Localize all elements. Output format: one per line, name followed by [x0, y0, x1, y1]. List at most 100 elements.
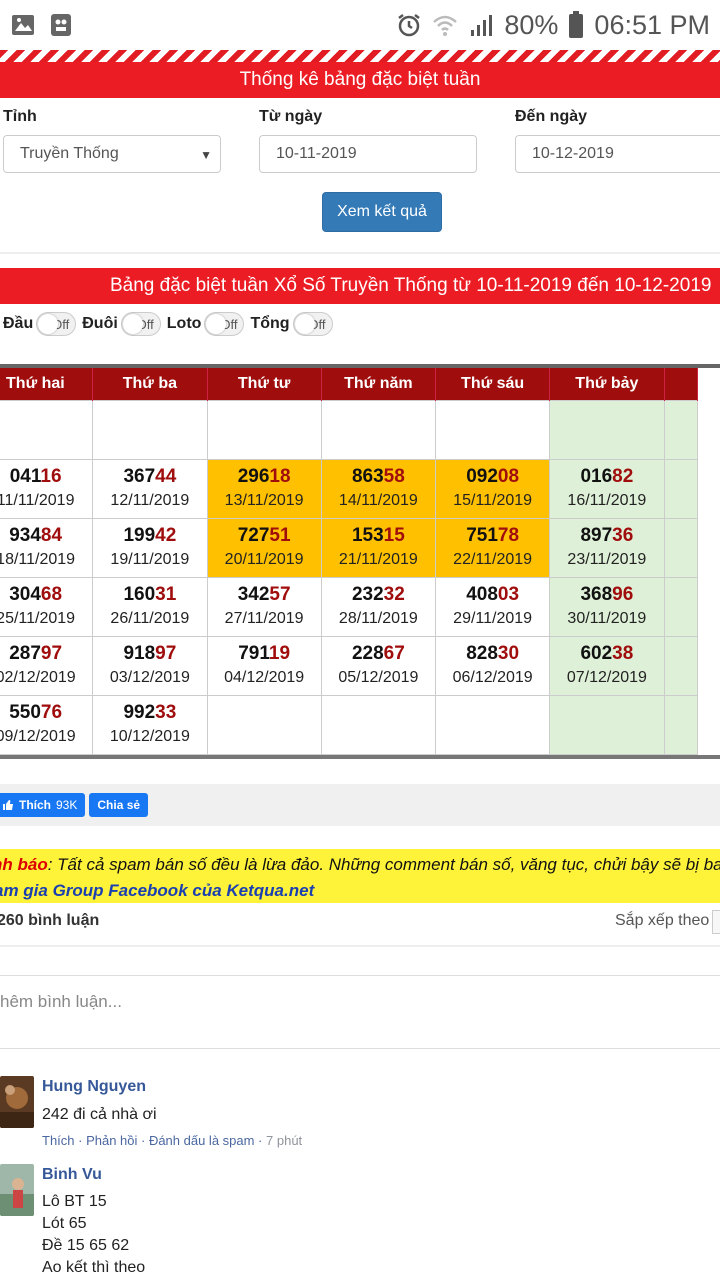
number-head: 304: [9, 583, 41, 605]
result-number: 40803: [436, 584, 549, 606]
comment-input-placeholder: hêm bình luận...: [0, 992, 122, 1011]
overflow-cell: [663, 399, 698, 460]
screenshot-icon: [51, 14, 71, 36]
result-cell: 30468 25/11/2019: [0, 576, 94, 637]
number-tail: 96: [612, 583, 634, 605]
column-header: Thứ hai: [0, 368, 94, 400]
number-head: 367: [123, 465, 156, 487]
result-date: 23/11/2019: [567, 550, 647, 568]
result-date: 10/12/2019: [109, 727, 190, 745]
column-header: Thứ sáu: [435, 368, 551, 400]
comment-action-links[interactable]: Thích · Phản hồi · Đánh dấu là spam ·: [42, 1133, 266, 1148]
toggle-dau[interactable]: Off: [36, 312, 77, 336]
result-date: 26/11/2019: [110, 609, 190, 627]
clock: 06:51 PM: [594, 9, 710, 40]
result-number: 30468: [0, 584, 92, 606]
number-tail: 51: [269, 524, 291, 546]
number-head: 232: [351, 583, 384, 605]
result-date: 02/12/2019: [0, 668, 76, 686]
result-cell: [434, 399, 551, 460]
number-tail: 31: [155, 583, 177, 605]
spam-warning: nh báo: Tất cả spam bán số đều là lừa đả…: [0, 849, 720, 903]
number-head: 408: [466, 583, 498, 605]
result-date: 30/11/2019: [567, 609, 647, 627]
result-number: 60238: [550, 643, 663, 665]
province-select-value: Truyền Thống: [20, 145, 119, 162]
to-date-input[interactable]: 10-12-2019: [515, 135, 720, 173]
result-date: 07/12/2019: [566, 668, 647, 686]
facebook-group-link[interactable]: am gia Group Facebook của Ketqua.net: [0, 881, 314, 901]
result-number: 23232: [322, 584, 435, 606]
result-date: 06/12/2019: [452, 668, 533, 686]
comment-author[interactable]: Binh Vu: [42, 1166, 102, 1184]
result-date: 04/12/2019: [224, 668, 305, 686]
toggle-duoi[interactable]: Off: [120, 312, 161, 336]
overflow-cell: [663, 458, 698, 519]
toggle-label-tong: Tổng: [250, 315, 290, 332]
fb-like-button[interactable]: Thích 93K: [0, 793, 86, 817]
result-number: 86358: [322, 466, 435, 488]
result-date: 29/11/2019: [453, 609, 533, 627]
result-date: 20/11/2019: [224, 550, 304, 568]
result-cell: 60238 07/12/2019: [549, 635, 665, 696]
result-cell: [92, 399, 208, 460]
toggle-loto[interactable]: Off: [204, 312, 245, 336]
toggle-label-dau: Đầu: [3, 315, 34, 332]
result-number: 93484: [0, 525, 92, 547]
avatar[interactable]: [0, 1164, 34, 1216]
toggle-tong[interactable]: Off: [292, 312, 333, 336]
from-date-input[interactable]: 10-11-2019: [259, 135, 477, 173]
column-header: Thứ bảy: [549, 368, 665, 400]
number-head: 287: [9, 642, 41, 664]
result-number: 01682: [550, 466, 663, 488]
result-date: 18/11/2019: [0, 550, 76, 568]
sort-dropdown[interactable]: [712, 910, 720, 934]
result-date: 19/11/2019: [110, 550, 190, 568]
fb-share-button[interactable]: Chia sẻ: [89, 793, 149, 817]
number-head: 897: [580, 524, 613, 546]
result-date: 12/11/2019: [110, 491, 190, 509]
result-cell: [320, 399, 437, 460]
result-number: 22867: [322, 643, 435, 665]
avatar[interactable]: [0, 1076, 34, 1128]
number-head: 727: [237, 524, 270, 546]
number-tail: 38: [612, 642, 634, 664]
number-tail: 18: [269, 465, 291, 487]
number-tail: 78: [497, 524, 520, 546]
toggle-label-loto: Loto: [166, 315, 202, 332]
number-tail: 84: [40, 524, 63, 546]
province-select[interactable]: Truyền Thống ▼: [3, 135, 221, 173]
number-head: 863: [351, 465, 384, 487]
result-date: 27/11/2019: [224, 609, 304, 627]
result-date: 09/12/2019: [0, 727, 76, 745]
table-row: 04116 11/11/2019 36744 12/11/2019 29618 13/11…: [0, 458, 698, 519]
comment-input[interactable]: hêm bình luận...: [0, 975, 720, 1049]
number-tail: 44: [155, 465, 177, 487]
sort-label: Sắp xếp theo: [615, 912, 710, 929]
province-label: Tỉnh: [3, 108, 37, 125]
number-tail: 57: [269, 583, 291, 605]
comment-author[interactable]: Hung Nguyen: [42, 1078, 146, 1096]
battery-icon: [569, 11, 584, 38]
result-number: 29618: [208, 466, 321, 488]
result-number: 91897: [93, 643, 206, 665]
view-results-button[interactable]: Xem kết quả: [322, 192, 442, 232]
fb-like-count: 93K: [56, 798, 78, 812]
comments-count: 260 bình luận: [0, 912, 100, 929]
table-row: 55076 09/12/2019 99233 10/12/2019: [0, 694, 698, 755]
number-tail: 67: [383, 642, 405, 664]
signal-icon: [471, 15, 493, 36]
result-cell: [549, 694, 665, 755]
number-tail: 30: [497, 642, 520, 664]
number-head: 918: [123, 642, 156, 664]
result-cell: 09208 15/11/2019: [434, 458, 551, 519]
result-date: 25/11/2019: [0, 609, 76, 627]
number-tail: 68: [40, 583, 63, 605]
from-date-value: 10-11-2019: [276, 145, 357, 162]
result-cell: [206, 694, 322, 755]
result-number: 36896: [550, 584, 663, 606]
result-date: 11/11/2019: [0, 491, 75, 509]
result-date: 14/11/2019: [338, 491, 418, 509]
overflow-cell: [663, 635, 698, 696]
column-header-overflow: [664, 368, 698, 400]
